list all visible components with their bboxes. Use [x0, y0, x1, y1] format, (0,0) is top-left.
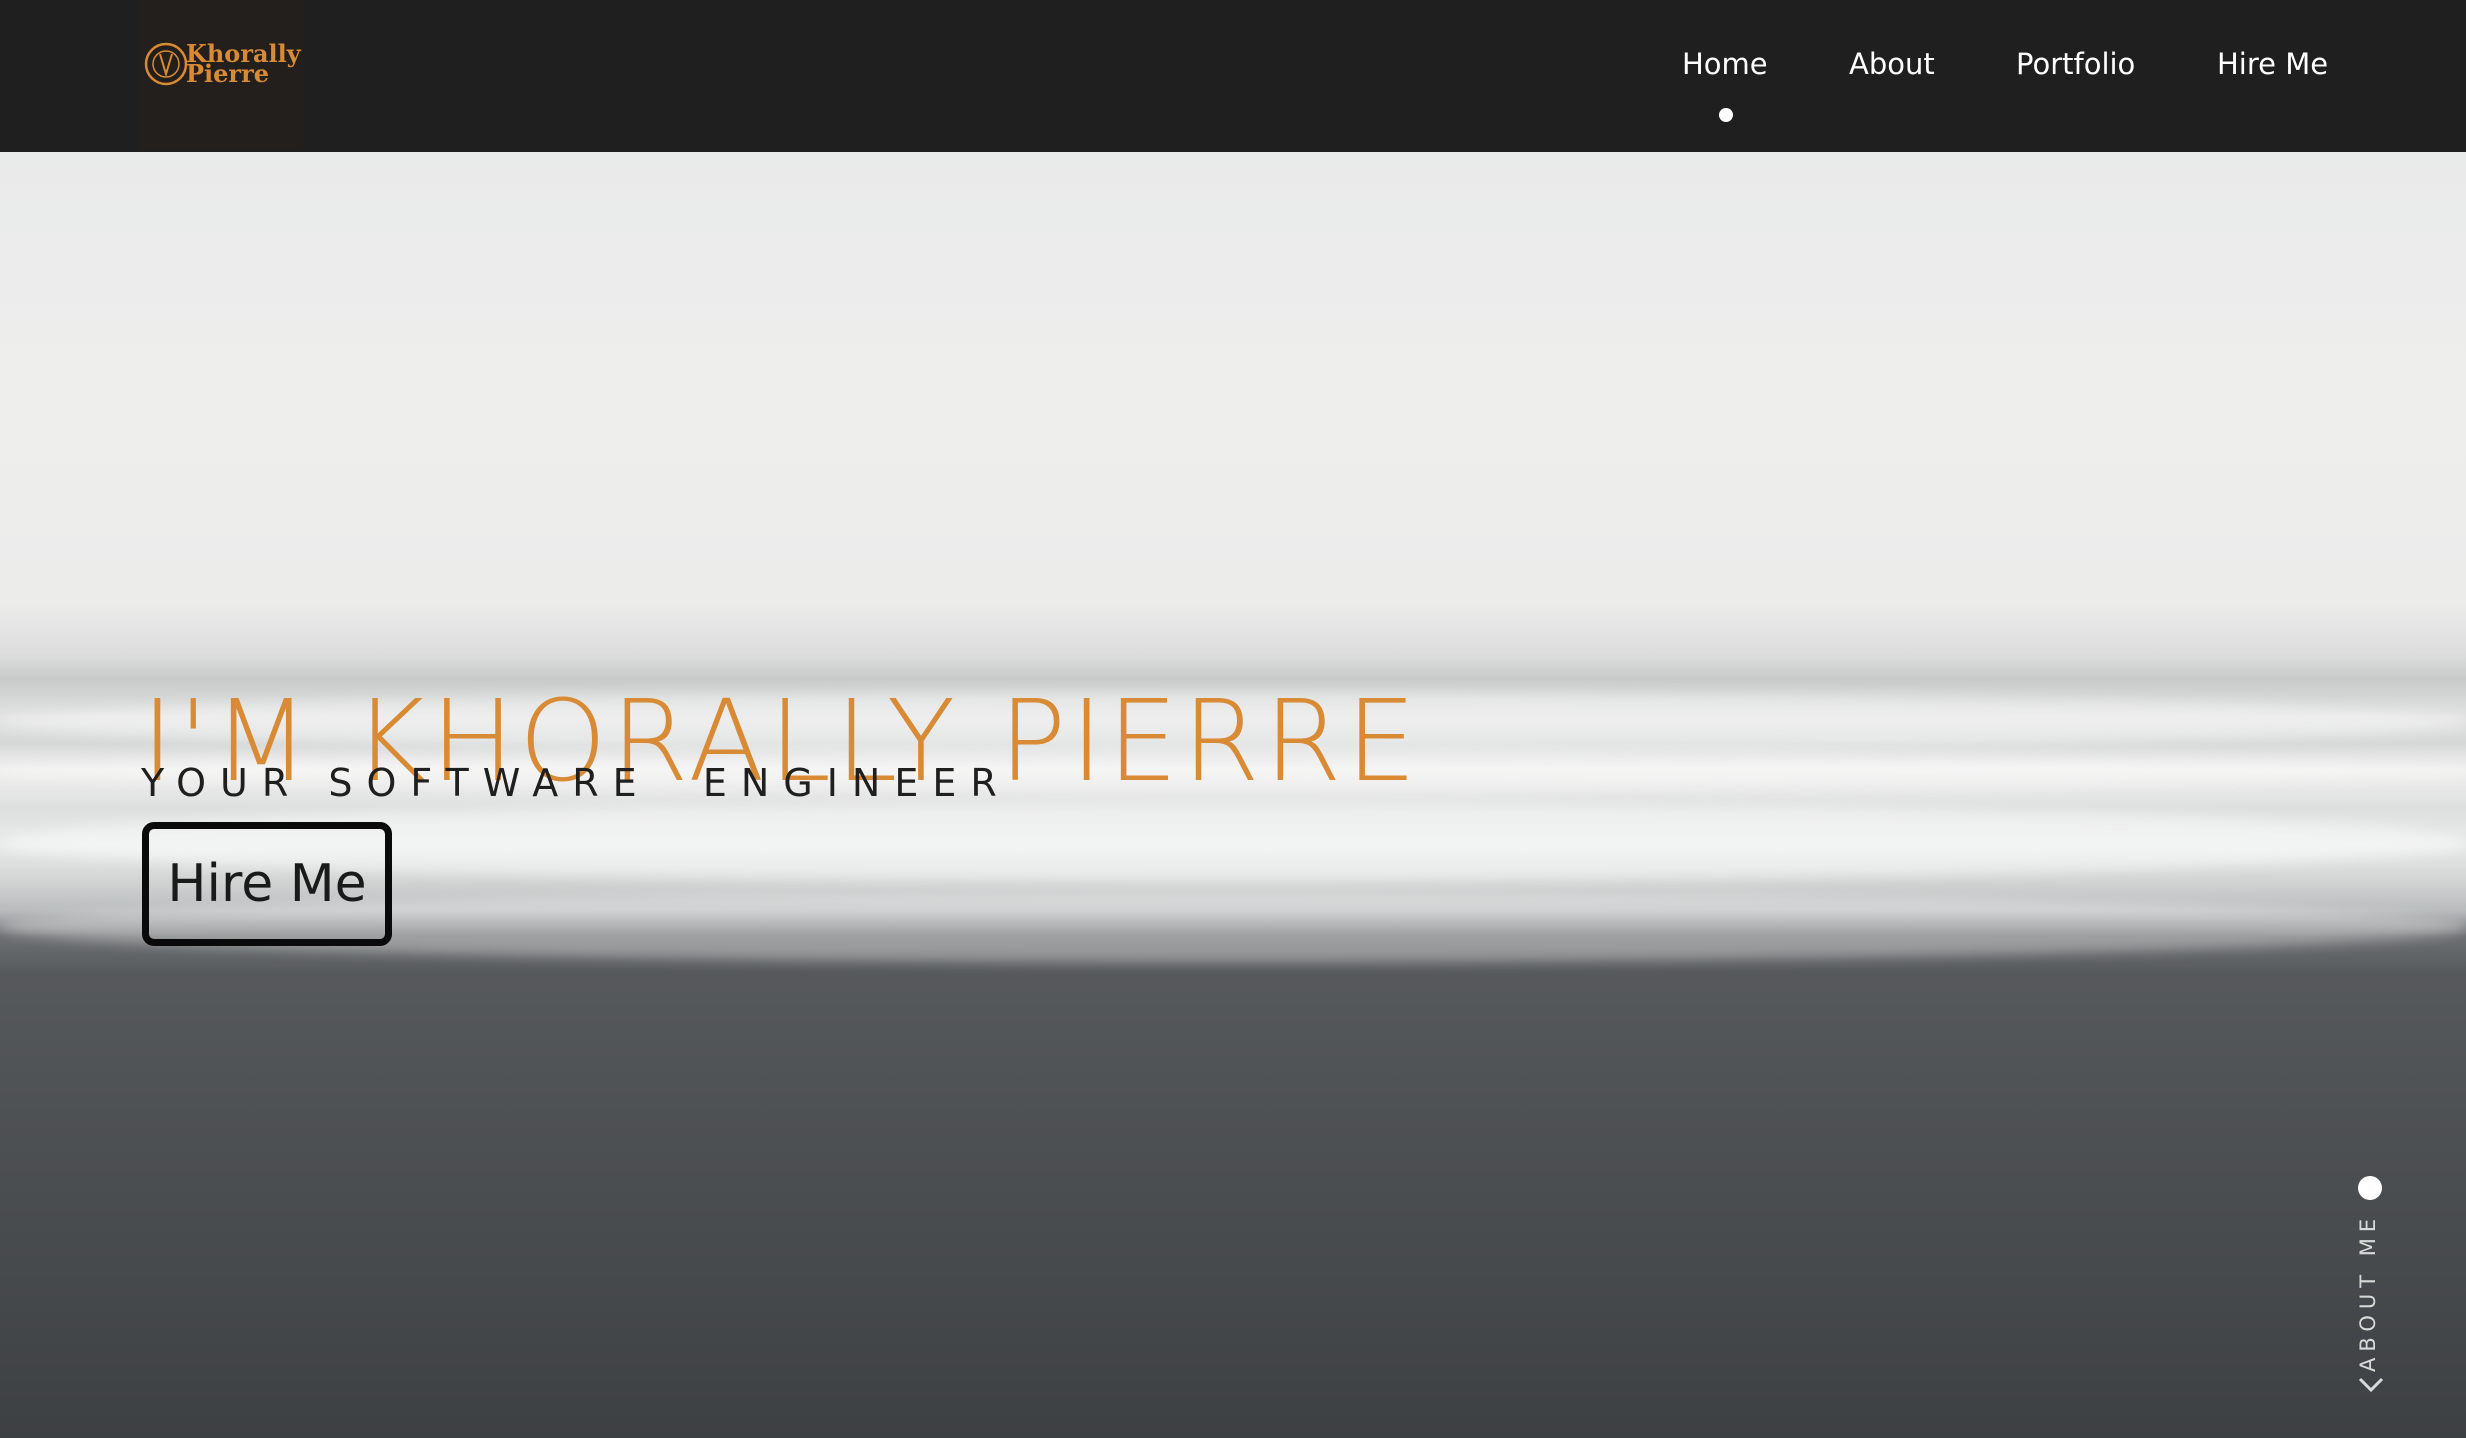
active-nav-indicator	[1719, 108, 1733, 122]
hero-subtitle: YOUR SOFTWARE ENGINEER	[141, 761, 1011, 805]
scroll-to-about[interactable]: ABOUT ME	[2352, 1170, 2392, 1410]
nav-home[interactable]: Home	[1682, 44, 1768, 84]
navbar: Khorally Pierre Home About Portfolio Hir…	[0, 0, 2466, 152]
chevron-down-icon	[2358, 1377, 2384, 1393]
nav-portfolio[interactable]: Portfolio	[2016, 44, 2135, 84]
main-nav: Home About Portfolio Hire Me	[0, 0, 2466, 152]
nav-hire-me[interactable]: Hire Me	[2217, 44, 2328, 84]
nav-about[interactable]: About	[1849, 44, 1935, 84]
scroll-label: ABOUT ME	[2356, 1212, 2380, 1372]
circle-arrow-icon	[2358, 1176, 2382, 1200]
hero-section: I'M KHORALLY PIERRE YOUR SOFTWARE ENGINE…	[0, 152, 2466, 1438]
hire-me-button[interactable]: Hire Me	[142, 822, 392, 946]
